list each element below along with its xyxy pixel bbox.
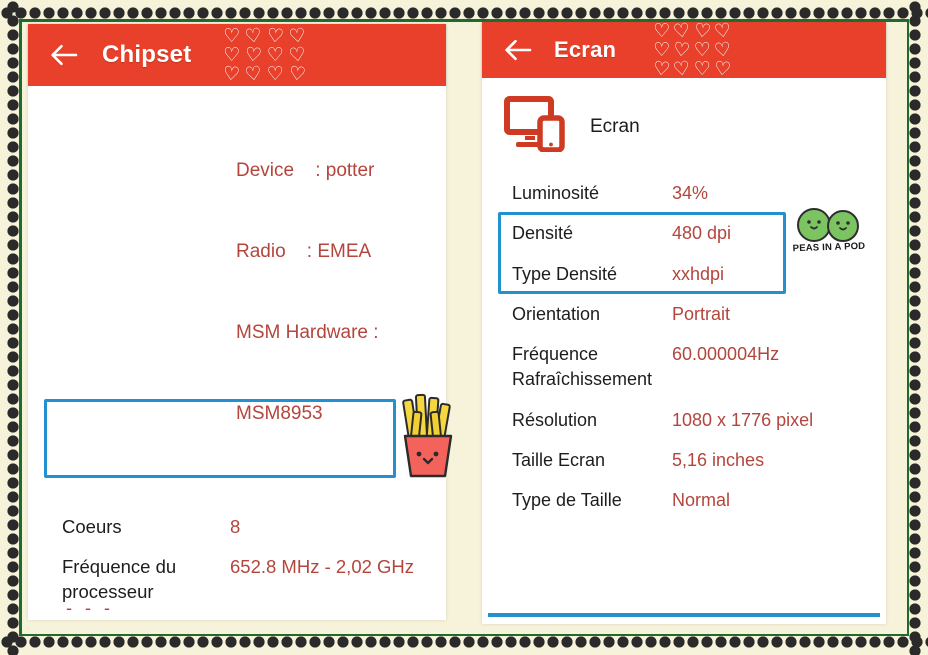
device-line: Device : potter xyxy=(236,159,375,181)
row-label: Type Densité xyxy=(512,263,618,284)
table-row[interactable]: Orientation Portrait xyxy=(482,294,886,334)
chipset-card: Chipset ♡ ♡ ♡ ♡ ♡ ♡ ♡ ♡ ♡ ♡ ♡ ♡ Device :… xyxy=(28,24,446,620)
table-row[interactable]: Coeurs 8 xyxy=(28,508,446,547)
heart-icon: ♡ xyxy=(287,62,307,86)
row-label: Taille Ecran xyxy=(512,450,606,471)
page-title: Chipset xyxy=(102,41,192,68)
chipset-body: Device : potter Radio : EMEA MSM Hardwar… xyxy=(28,86,446,620)
row-value: 480 dpi xyxy=(672,223,732,244)
row-value: 5,16 inches xyxy=(672,450,765,471)
heart-icon: ♡ xyxy=(653,19,671,42)
table-row[interactable]: Taille Ecran 5,16 inches xyxy=(482,440,886,480)
row-value: Portrait xyxy=(672,303,731,324)
row-label: Luminosité xyxy=(512,183,600,203)
page-frame: Chipset ♡ ♡ ♡ ♡ ♡ ♡ ♡ ♡ ♡ ♡ ♡ ♡ Device :… xyxy=(0,0,928,655)
table-row[interactable]: Fréquence Rafraîchissement 60.000004Hz xyxy=(482,334,886,400)
heart-icon: ♡ xyxy=(672,57,692,81)
row-label: Charge CPU xyxy=(62,619,230,620)
heart-icon: ♡ xyxy=(692,19,712,43)
row-label: Fréquence Rafraîchissement xyxy=(512,344,653,390)
back-arrow-icon[interactable] xyxy=(498,30,538,70)
peas-in-a-pod-sticker: PEAS IN A POD xyxy=(790,206,868,268)
row-value: 34% xyxy=(672,183,709,203)
heart-icon: ♡ xyxy=(265,24,285,48)
row-label: Type de Taille xyxy=(512,490,622,511)
heart-icon: ♡ xyxy=(693,58,711,81)
heart-icon: ♡ xyxy=(243,62,264,86)
row-label: Densité xyxy=(512,223,574,244)
row-value: xxhdpi xyxy=(672,263,725,284)
row-value: 8 xyxy=(230,515,241,537)
section-label: Ecran xyxy=(590,115,640,137)
row-label: Coeurs xyxy=(62,515,122,537)
row-value: 60.000004Hz xyxy=(672,344,780,365)
hearts-decoration: ♡ ♡ ♡ ♡ ♡ ♡ ♡ ♡ ♡ ♡ ♡ ♡ xyxy=(652,19,733,81)
ecran-card: Ecran ♡ ♡ ♡ ♡ ♡ ♡ ♡ ♡ ♡ ♡ ♡ ♡ Ecran Lumi… xyxy=(482,19,886,624)
radio-line: Radio : EMEA xyxy=(236,240,372,262)
row-value: 5.44 last 1 min 5.51 last 5 min 5.40 las… xyxy=(230,619,361,620)
monitor-and-phone-icon xyxy=(504,96,566,157)
page-title: Ecran xyxy=(554,37,617,62)
heart-icon: ♡ xyxy=(222,62,242,86)
ecran-section-header: Ecran xyxy=(482,78,886,167)
heart-icon: ♡ xyxy=(652,57,672,81)
chipset-appbar: Chipset ♡ ♡ ♡ ♡ ♡ ♡ ♡ ♡ ♡ ♡ ♡ ♡ xyxy=(28,24,446,86)
heart-icon: ♡ xyxy=(266,43,284,66)
row-label: Fréquence du processeur xyxy=(62,555,177,603)
table-row[interactable]: Type de Taille Normal xyxy=(482,480,886,520)
ecran-body: Ecran Luminosité 34% Densité 480 dpi Typ… xyxy=(482,78,886,624)
table-row[interactable]: Fréquence du processeur 652.8 MHz - 2,02… xyxy=(28,547,446,612)
heart-icon: ♡ xyxy=(266,63,284,86)
blue-underline-annotation xyxy=(488,613,880,617)
frame-line-bottom xyxy=(19,633,909,636)
heart-icon: ♡ xyxy=(712,57,733,81)
hearts-decoration: ♡ ♡ ♡ ♡ ♡ ♡ ♡ ♡ ♡ ♡ ♡ ♡ xyxy=(221,24,307,86)
table-row[interactable]: Résolution 1080 x 1776 pixel xyxy=(482,400,886,440)
heart-icon: ♡ xyxy=(693,38,711,61)
heart-icon: ♡ xyxy=(223,24,241,47)
row-value: 652.8 MHz - 2,02 GHz xyxy=(230,555,415,577)
msm-hardware-line: MSM Hardware : xyxy=(236,321,379,343)
back-arrow-icon[interactable] xyxy=(44,35,84,75)
ecran-appbar: Ecran ♡ ♡ ♡ ♡ ♡ ♡ ♡ ♡ ♡ ♡ ♡ ♡ xyxy=(482,19,886,81)
row-value: Normal xyxy=(672,490,731,511)
row-label: Résolution xyxy=(512,409,598,430)
row-value: 1080 x 1776 pixel xyxy=(672,409,814,430)
french-fries-sticker xyxy=(394,392,462,480)
frame-line-right xyxy=(906,19,909,636)
truncated-row: - - - xyxy=(66,604,114,614)
row-label: Orientation xyxy=(512,303,601,324)
sticker-caption: PEAS IN A POD xyxy=(792,240,866,255)
